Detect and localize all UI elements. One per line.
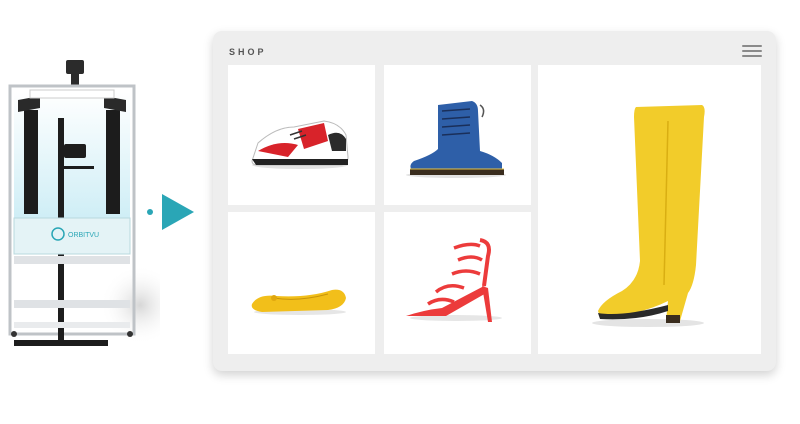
strappy-heel-image	[406, 238, 502, 322]
sneaker-image	[251, 120, 349, 169]
play-arrow-icon	[140, 190, 200, 234]
shop-window: SHOP	[213, 31, 776, 371]
product-tile-knee-high-boot[interactable]	[538, 65, 761, 354]
photo-studio-rig: ORBITVU	[0, 0, 180, 419]
shop-title: SHOP	[229, 47, 267, 57]
product-tile-strappy-heel[interactable]	[384, 212, 531, 354]
ballet-flat-image	[251, 289, 346, 315]
product-tile-sneaker[interactable]	[228, 65, 375, 205]
svg-text:ORBITVU: ORBITVU	[68, 232, 99, 239]
product-tile-boot[interactable]	[384, 65, 531, 205]
boot-image	[406, 101, 506, 178]
product-tile-ballet-flat[interactable]	[228, 212, 375, 354]
knee-high-boot-image	[592, 105, 705, 327]
hamburger-menu-icon[interactable]	[742, 45, 762, 59]
